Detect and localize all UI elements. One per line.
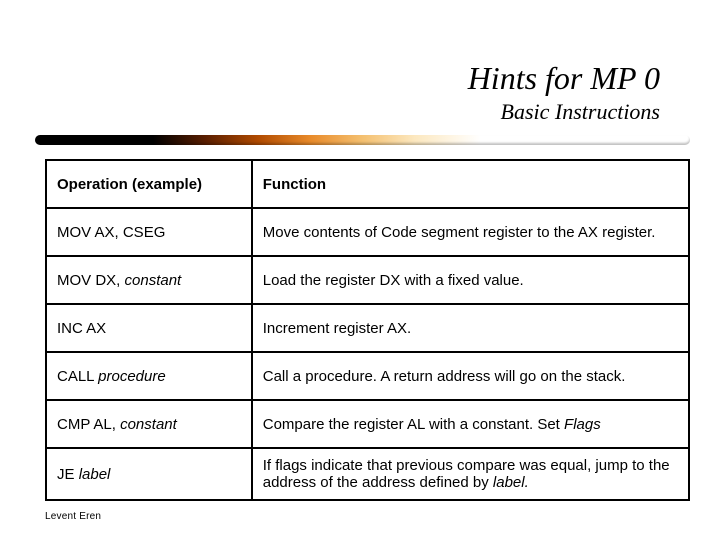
fn-italic: label. <box>493 474 529 491</box>
op-italic: constant <box>125 272 182 289</box>
header-function: Function <box>252 160 689 208</box>
table-row: CALL procedure Call a procedure. A retur… <box>46 352 689 400</box>
divider-bar <box>35 135 690 145</box>
op-italic: constant <box>120 416 177 433</box>
function-cell: Load the register DX with a fixed value. <box>252 256 689 304</box>
fn-text: If flags indicate that previous compare … <box>263 457 670 491</box>
fn-text: Load the register DX with a fixed value. <box>263 272 524 289</box>
function-cell: Move contents of Code segment register t… <box>252 208 689 256</box>
operation-cell: MOV AX, CSEG <box>46 208 252 256</box>
op-text: JE <box>57 466 79 483</box>
function-cell: Compare the register AL with a constant.… <box>252 400 689 448</box>
slide: Hints for MP 0 Basic Instructions Operat… <box>0 0 720 540</box>
slide-title: Hints for MP 0 <box>45 60 690 97</box>
table-row: MOV DX, constant Load the register DX wi… <box>46 256 689 304</box>
operation-cell: JE label <box>46 448 252 500</box>
op-text: CMP AL, <box>57 416 120 433</box>
op-text: MOV AX, CSEG <box>57 224 165 241</box>
fn-text: Increment register AX. <box>263 320 411 337</box>
operation-cell: CALL procedure <box>46 352 252 400</box>
fn-text: Move contents of Code segment register t… <box>263 224 656 241</box>
table-row: INC AX Increment register AX. <box>46 304 689 352</box>
function-cell: Call a procedure. A return address will … <box>252 352 689 400</box>
op-italic: procedure <box>98 368 166 385</box>
op-text: INC AX <box>57 320 106 337</box>
op-text: MOV DX, <box>57 272 125 289</box>
table-header-row: Operation (example) Function <box>46 160 689 208</box>
instruction-table: Operation (example) Function MOV AX, CSE… <box>45 159 690 501</box>
function-cell: Increment register AX. <box>252 304 689 352</box>
footer-text: Levent Eren <box>45 511 101 522</box>
table-row: MOV AX, CSEG Move contents of Code segme… <box>46 208 689 256</box>
operation-cell: INC AX <box>46 304 252 352</box>
fn-text: Compare the register AL with a constant.… <box>263 416 564 433</box>
table-row: JE label If flags indicate that previous… <box>46 448 689 500</box>
fn-italic: Flags <box>564 416 601 433</box>
slide-subtitle: Basic Instructions <box>45 99 690 125</box>
fn-text: Call a procedure. A return address will … <box>263 368 626 385</box>
gradient-divider <box>35 135 690 147</box>
op-italic: label <box>79 466 111 483</box>
operation-cell: MOV DX, constant <box>46 256 252 304</box>
operation-cell: CMP AL, constant <box>46 400 252 448</box>
header-operation: Operation (example) <box>46 160 252 208</box>
instruction-table-container: Operation (example) Function MOV AX, CSE… <box>45 159 690 501</box>
op-text: CALL <box>57 368 98 385</box>
table-row: CMP AL, constant Compare the register AL… <box>46 400 689 448</box>
function-cell: If flags indicate that previous compare … <box>252 448 689 500</box>
